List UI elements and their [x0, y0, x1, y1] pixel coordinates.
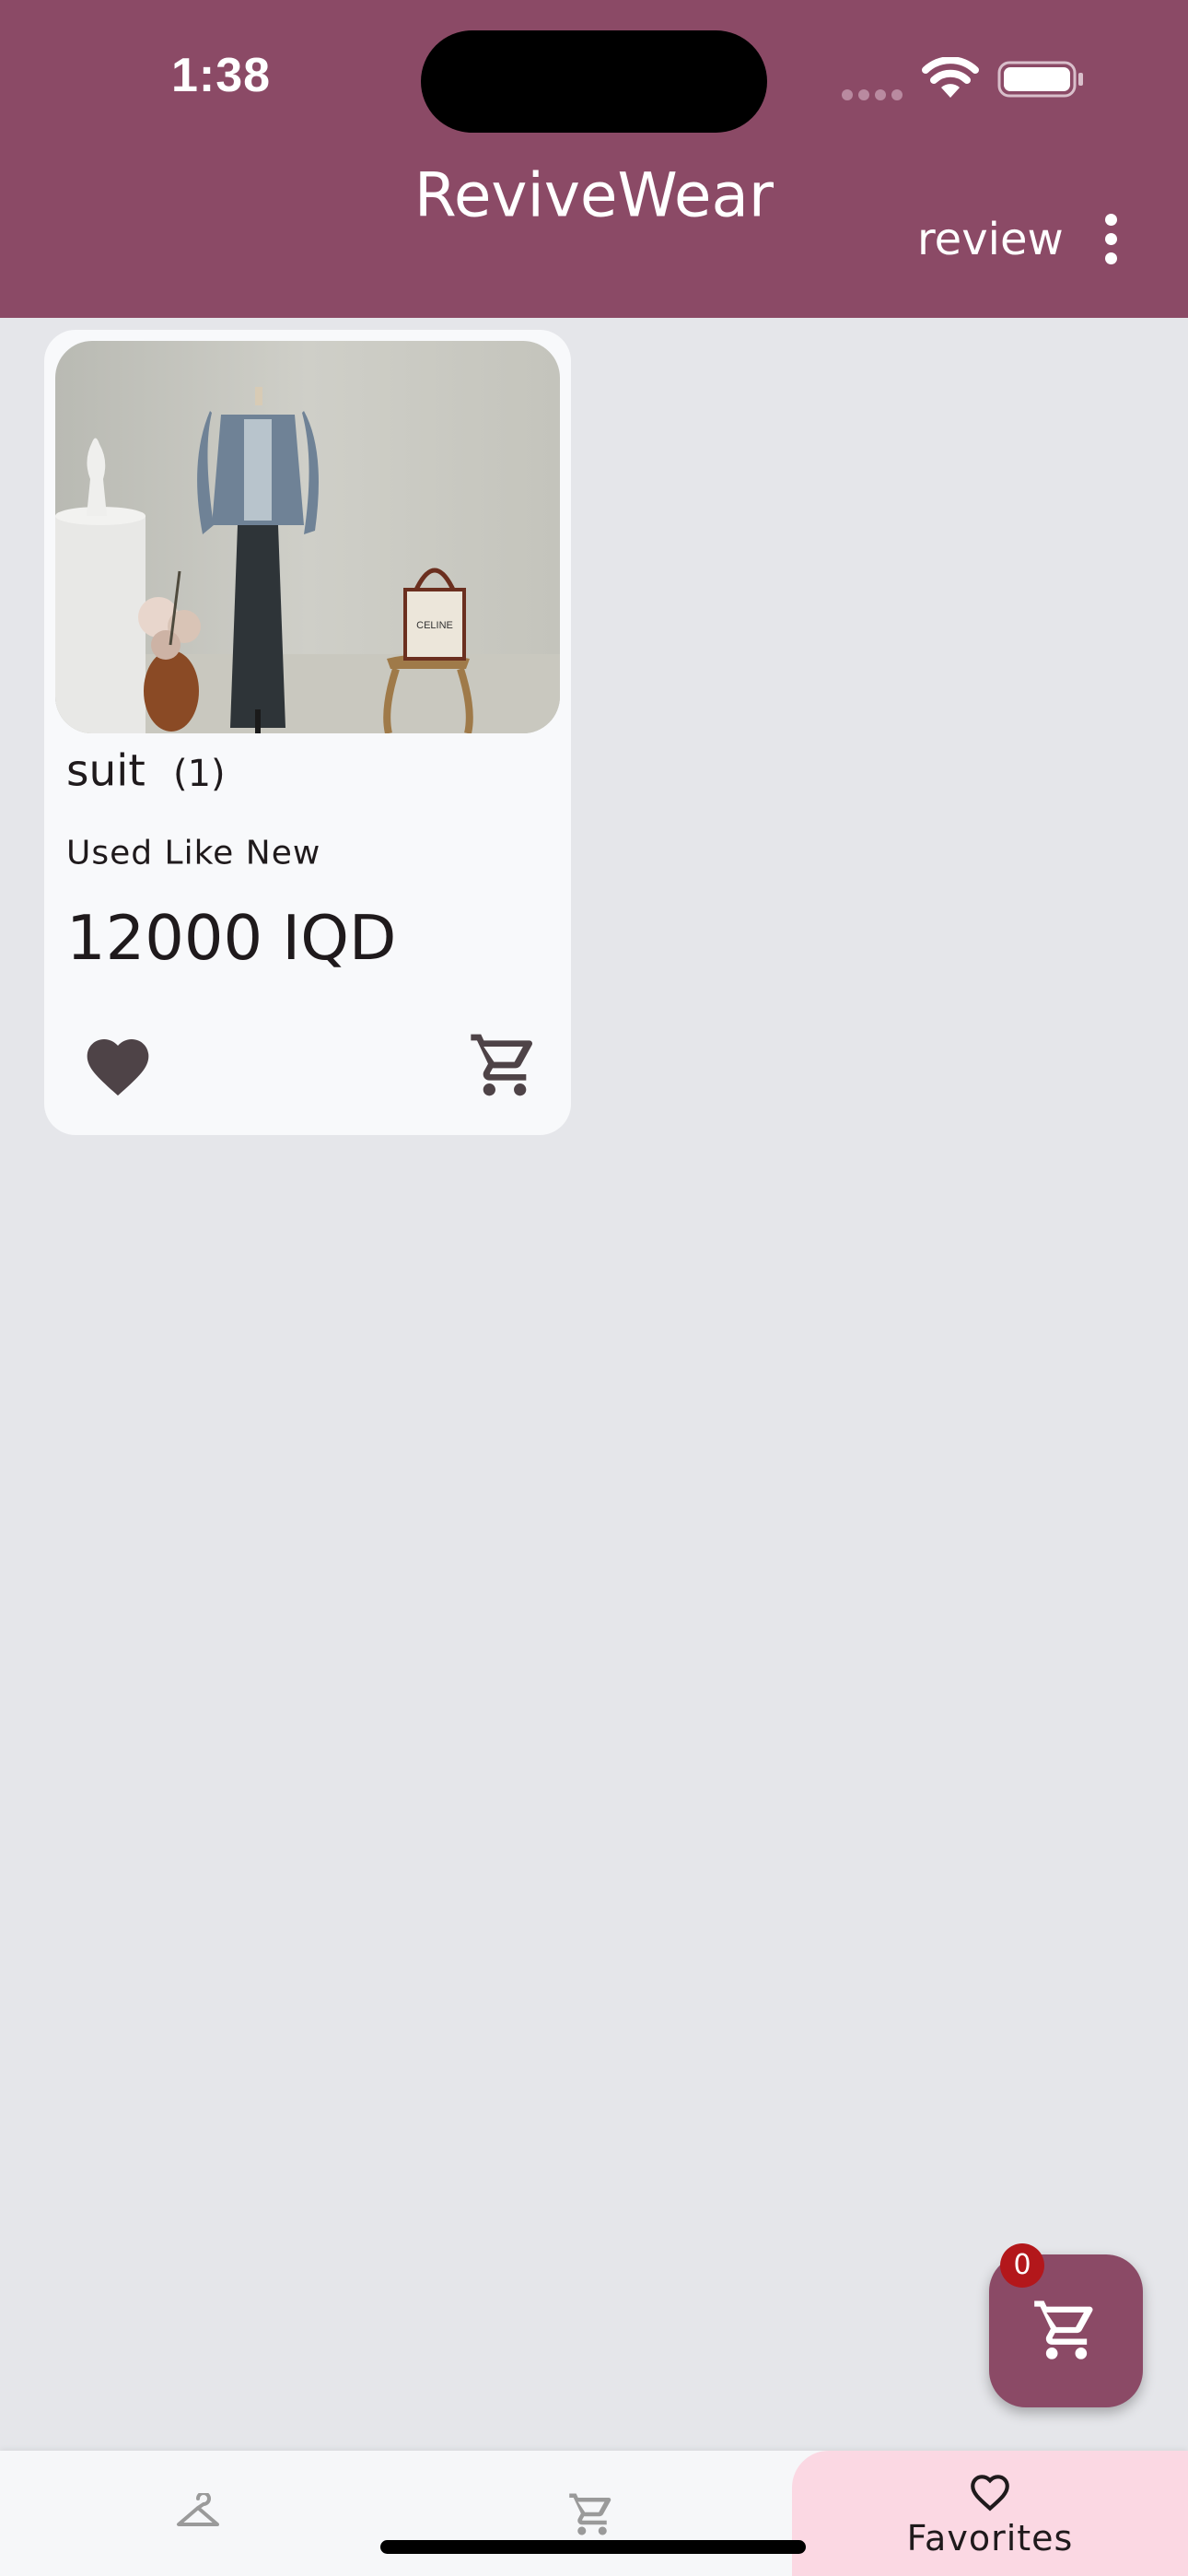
- product-condition: Used Like New: [66, 834, 321, 872]
- home-indicator: [380, 2540, 806, 2554]
- cellular-signal-icon: [842, 87, 908, 104]
- add-to-cart-icon[interactable]: [468, 1028, 542, 1102]
- dynamic-island: [421, 30, 767, 133]
- svg-text:CELINE: CELINE: [416, 620, 453, 631]
- cart-count-badge: 0: [1000, 2243, 1044, 2288]
- review-button[interactable]: review: [917, 214, 1064, 265]
- favorite-heart-icon[interactable]: [81, 1030, 155, 1104]
- product-card[interactable]: CELINE suit (1) Used Like New 12000 IQD: [44, 330, 571, 1135]
- heart-outline-icon: [971, 2475, 1009, 2512]
- hanger-icon: [177, 2493, 219, 2526]
- battery-icon: [997, 61, 1083, 98]
- cart-icon: [1034, 2301, 1093, 2359]
- more-options-icon[interactable]: [1105, 214, 1117, 272]
- status-time: 1:38: [171, 49, 272, 102]
- wifi-icon: [922, 57, 979, 98]
- bottom-navigation: Favorites: [0, 2451, 1188, 2576]
- nav-item-cart[interactable]: [396, 2451, 792, 2576]
- product-quantity: (1): [173, 753, 226, 795]
- product-image: CELINE: [55, 341, 560, 733]
- cart-icon: [569, 2493, 611, 2535]
- product-price: 12000 IQD: [66, 902, 397, 974]
- product-name: suit: [66, 745, 146, 797]
- nav-item-products[interactable]: [0, 2451, 396, 2576]
- nav-label-favorites: Favorites: [906, 2518, 1074, 2558]
- app-header: 1:38 ReviveWear review: [0, 0, 1188, 318]
